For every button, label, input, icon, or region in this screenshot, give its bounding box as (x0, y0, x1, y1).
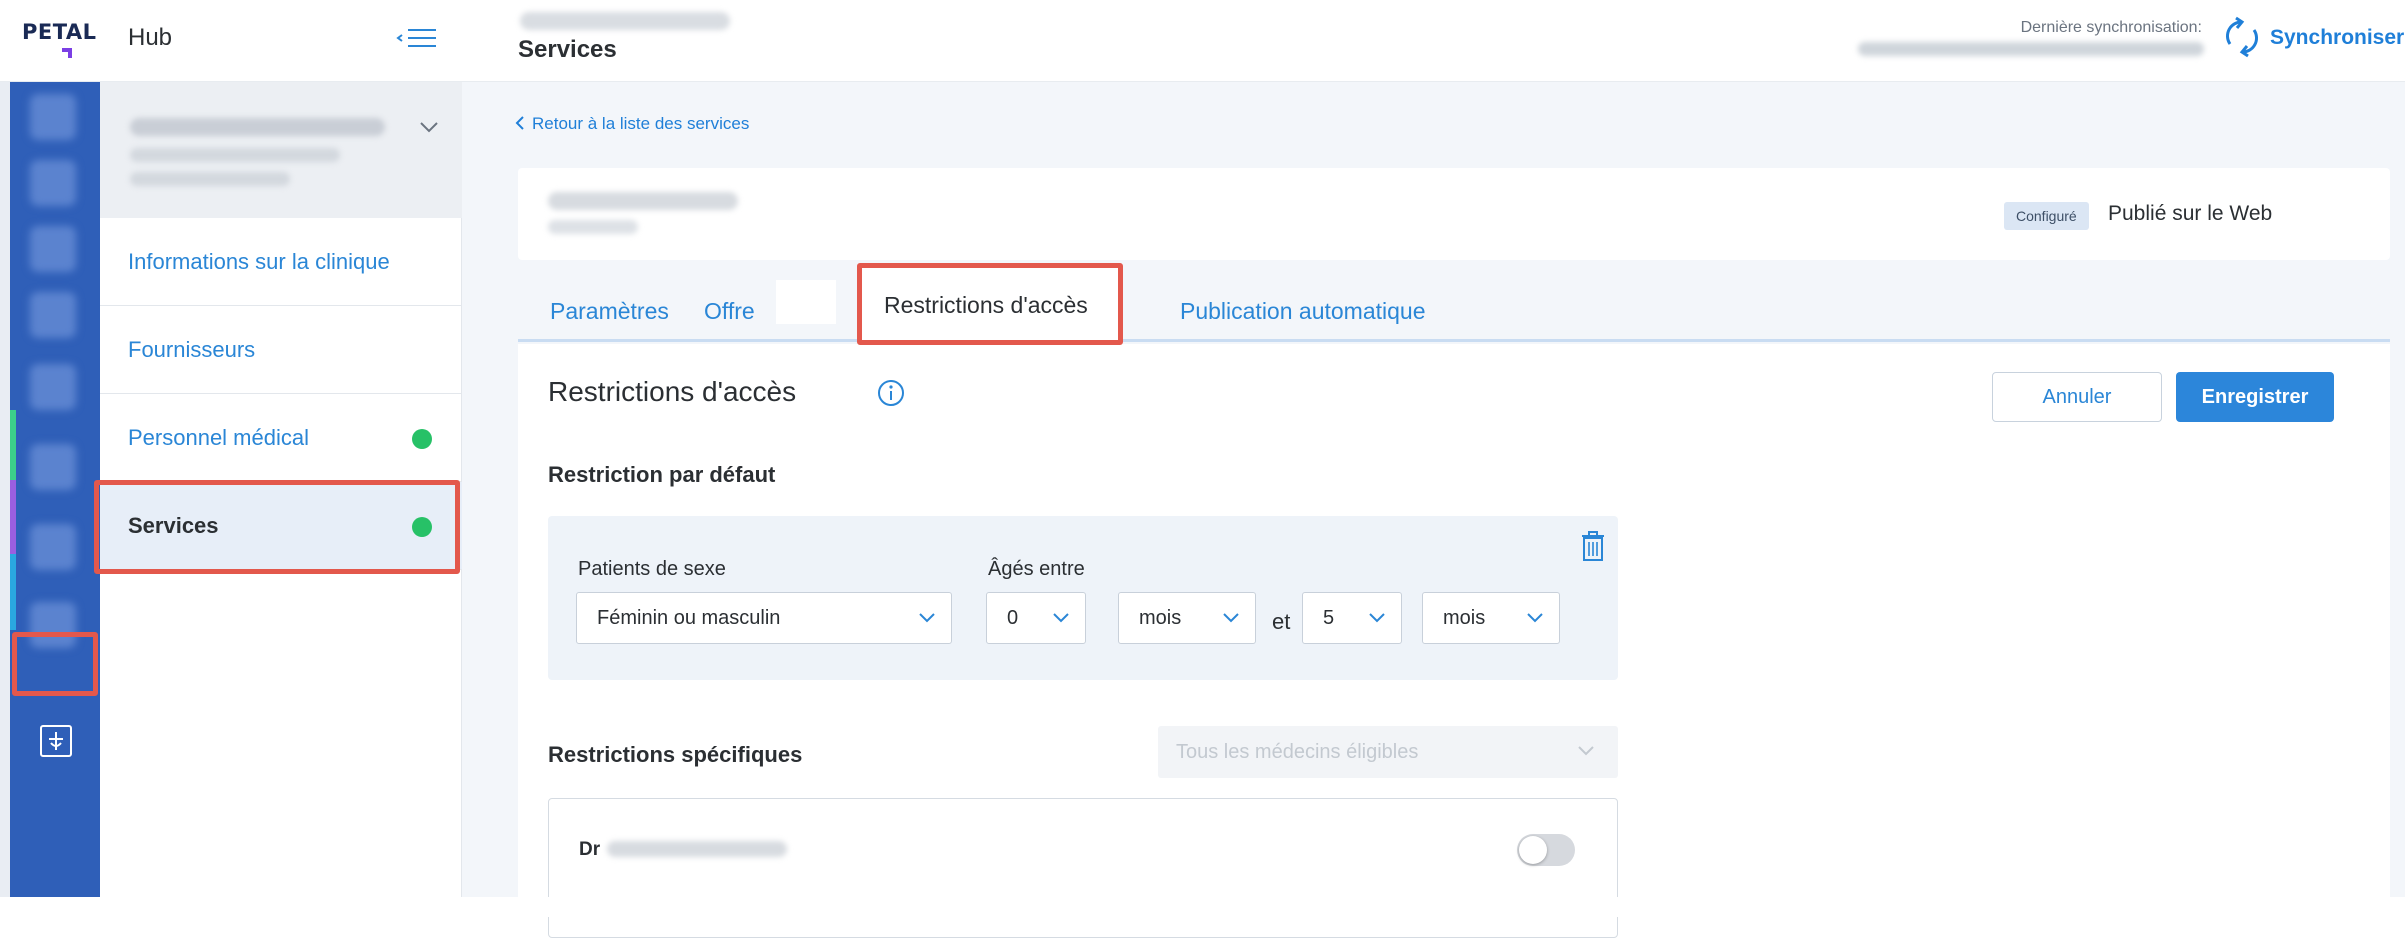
doctor-restriction-card: Dr (548, 798, 1618, 938)
clinic-name-redacted (130, 118, 385, 136)
default-restriction-box: Patients de sexe Âgés entre Féminin ou m… (548, 516, 1618, 680)
services-rail-icon[interactable] (40, 725, 72, 757)
chevron-down-icon (1527, 613, 1543, 623)
age-max-value: 5 (1323, 607, 1335, 629)
rail-item-redacted[interactable] (30, 160, 76, 206)
sidebar-item-clinic-info[interactable]: Informations sur la clinique (100, 218, 462, 306)
chevron-down-icon (1053, 613, 1069, 623)
age-max-unit-value: mois (1443, 607, 1486, 629)
tab-highlight-box (857, 263, 1123, 345)
bottom-edge (0, 897, 2405, 917)
back-to-services-link[interactable]: Retour à la liste des services (514, 114, 749, 134)
petal-logo: PETAL (22, 20, 96, 60)
rail-item-redacted[interactable] (30, 94, 76, 140)
clinic-address-redacted (130, 148, 340, 162)
chevron-down-icon (420, 122, 438, 133)
tab-auto-publication[interactable]: Publication automatique (1180, 298, 1426, 325)
chevron-down-icon (919, 613, 935, 623)
age-min-select[interactable]: 0 (986, 592, 1086, 644)
sidebar-item-providers[interactable]: Fournisseurs (100, 306, 462, 394)
back-link-label: Retour à la liste des services (532, 114, 750, 133)
tab-label-redacted (776, 280, 836, 324)
doctor-filter-value: Tous les médecins éligibles (1176, 741, 1419, 763)
chevron-left-icon (515, 116, 524, 130)
app-rail (0, 82, 100, 917)
page-title: Services (518, 36, 617, 63)
hub-title: Hub (128, 24, 173, 51)
status-badge: Configuré (2004, 202, 2089, 230)
tab-offer[interactable]: Offre (704, 298, 755, 325)
chevron-down-icon (1223, 613, 1239, 623)
age-min-value: 0 (1007, 607, 1019, 629)
rail-edge (0, 82, 10, 917)
doctor-filter-select: Tous les médecins éligibles (1158, 726, 1618, 778)
sidebar-item-label: Fournisseurs (128, 337, 256, 362)
clinic-selector[interactable] (100, 82, 462, 218)
rail-highlight-box (12, 632, 98, 696)
sync-icon[interactable] (2222, 16, 2262, 58)
published-status: Publié sur le Web (2108, 202, 2273, 225)
specific-restrictions-title: Restrictions spécifiques (548, 742, 803, 767)
status-dot (412, 429, 432, 449)
rail-accent-purple (10, 480, 16, 554)
chevron-down-icon (1369, 613, 1385, 623)
age-max-unit-select[interactable]: mois (1422, 592, 1560, 644)
service-name-redacted (548, 192, 738, 210)
chevron-down-icon (1578, 746, 1594, 756)
age-min-unit-value: mois (1139, 607, 1182, 629)
breadcrumb-redacted (520, 12, 730, 30)
doctor-prefix: Dr (579, 839, 601, 860)
sex-select-value: Féminin ou masculin (597, 607, 781, 629)
rail-accent-green (10, 410, 16, 480)
logo-mark-icon (62, 48, 72, 58)
rail-item-redacted[interactable] (30, 444, 76, 490)
save-button[interactable]: Enregistrer (2176, 372, 2334, 422)
sidebar-item-label: Personnel médical (128, 425, 309, 450)
main-content: Retour à la liste des services Configuré… (462, 82, 2405, 938)
age-label: Âgés entre (988, 558, 1085, 580)
rail-item-redacted[interactable] (30, 292, 76, 338)
toggle-knob (1519, 836, 1547, 864)
collapse-menu-button[interactable] (392, 20, 442, 60)
last-sync-date-redacted (1858, 42, 2204, 56)
collapse-menu-icon (396, 29, 436, 47)
clinic-address-redacted (130, 172, 290, 186)
section-title: Restrictions d'accès (548, 376, 797, 407)
age-max-select[interactable]: 5 (1302, 592, 1402, 644)
rail-accent-cyan (10, 554, 16, 630)
sync-button[interactable]: Synchroniser (2270, 26, 2404, 50)
rail-item-redacted[interactable] (30, 524, 76, 570)
doctor-restriction-toggle[interactable] (1517, 834, 1575, 866)
info-icon[interactable] (876, 378, 906, 408)
service-summary-card: Configuré Publié sur le Web (518, 168, 2390, 260)
cancel-button[interactable]: Annuler (1992, 372, 2162, 422)
sidebar-item-label: Informations sur la clinique (128, 249, 390, 274)
sidebar-item-medical-staff[interactable]: Personnel médical (100, 394, 462, 482)
sex-label: Patients de sexe (578, 558, 726, 580)
sidebar-highlight-box (94, 480, 460, 574)
logo-text: PETAL (22, 20, 97, 44)
top-bar: PETAL Hub Services Dernière synchronisat… (0, 0, 2405, 82)
tab-parameters[interactable]: Paramètres (550, 298, 669, 325)
service-detail-redacted (548, 220, 638, 234)
last-sync-label: Dernière synchronisation: (2020, 19, 2202, 36)
doctor-name-redacted (607, 841, 787, 857)
sex-select[interactable]: Féminin ou masculin (576, 592, 952, 644)
between-word: et (1272, 609, 1291, 634)
rail-item-redacted[interactable] (30, 226, 76, 272)
trash-icon[interactable] (1578, 530, 1608, 564)
age-min-unit-select[interactable]: mois (1118, 592, 1256, 644)
access-restrictions-panel: Restrictions d'accès Annuler Enregistrer… (518, 344, 2390, 938)
default-restriction-title: Restriction par défaut (548, 462, 776, 487)
rail-item-redacted[interactable] (30, 364, 76, 410)
